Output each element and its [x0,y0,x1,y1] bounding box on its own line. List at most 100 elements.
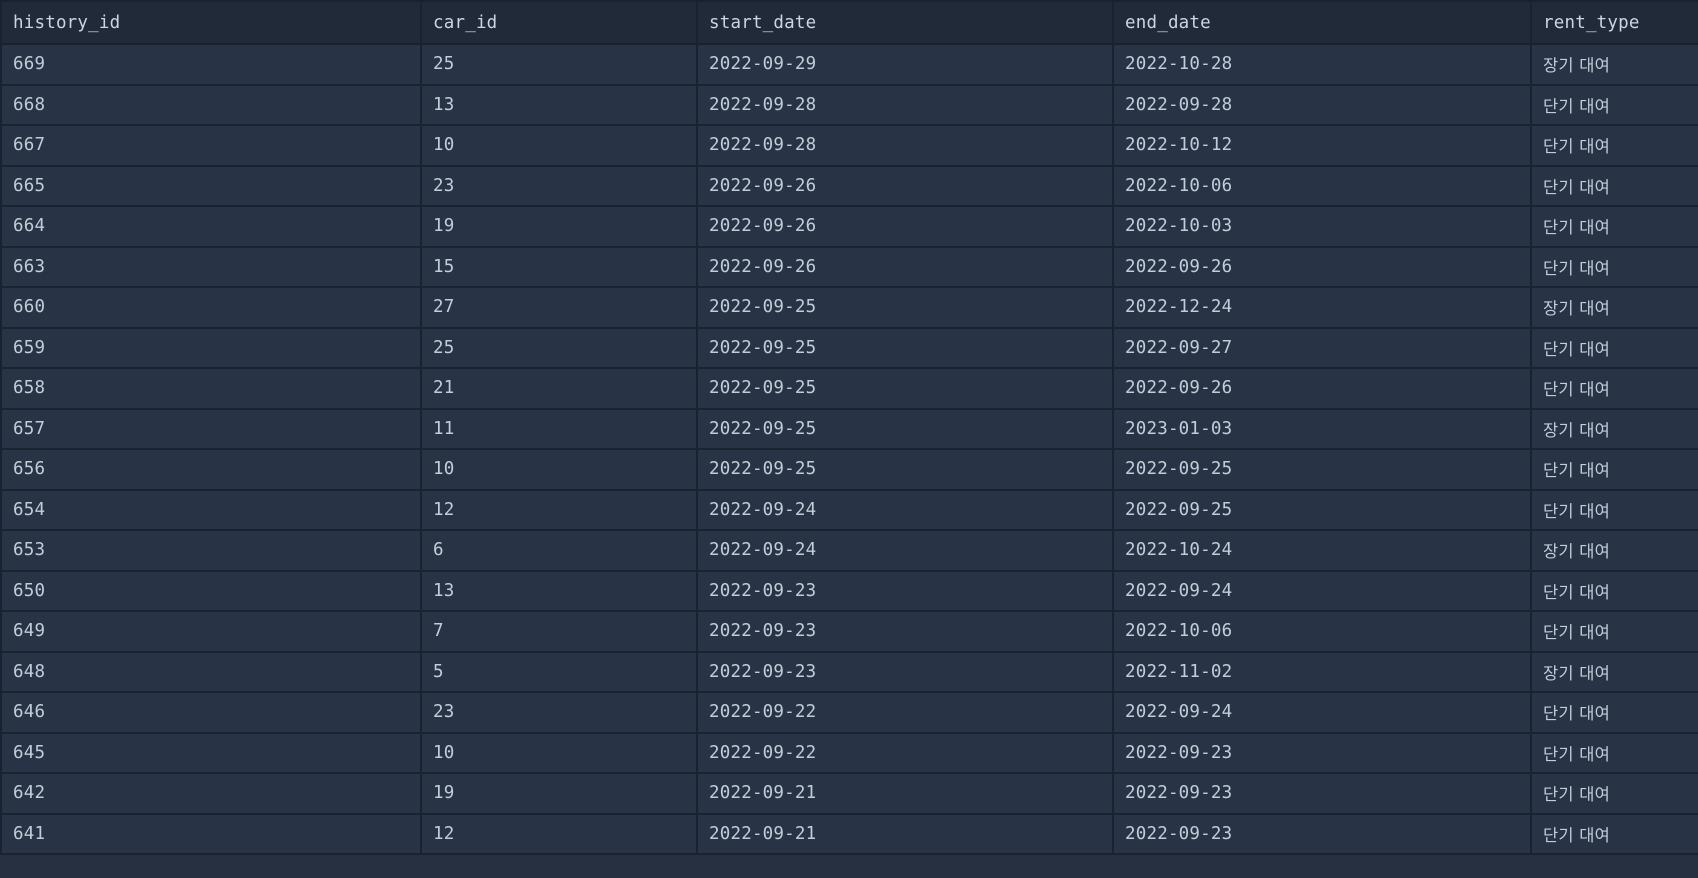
cell-history-id: 649 [0,612,420,651]
cell-car-id: 7 [420,612,696,651]
column-header-history-id[interactable]: history_id [0,2,420,43]
cell-start-date: 2022-09-28 [696,126,1112,165]
column-header-end-date[interactable]: end_date [1112,2,1530,43]
cell-history-id: 664 [0,207,420,246]
cell-start-date: 2022-09-25 [696,450,1112,489]
cell-start-date: 2022-09-26 [696,166,1112,205]
cell-rent-type: 단기 대여 [1530,571,1698,610]
cell-car-id: 12 [420,490,696,529]
cell-start-date: 2022-09-25 [696,409,1112,448]
table-row[interactable]: 654 12 2022-09-24 2022-09-25 단기 대여 [0,490,1698,531]
cell-end-date: 2022-09-26 [1112,369,1530,408]
cell-history-id: 641 [0,814,420,853]
cell-car-id: 13 [420,85,696,124]
table-row[interactable]: 659 25 2022-09-25 2022-09-27 단기 대여 [0,328,1698,369]
cell-rent-type: 단기 대여 [1530,733,1698,772]
cell-end-date: 2022-12-24 [1112,288,1530,327]
cell-rent-type: 장기 대여 [1530,531,1698,570]
column-header-car-id[interactable]: car_id [420,2,696,43]
cell-history-id: 650 [0,571,420,610]
cell-start-date: 2022-09-21 [696,774,1112,813]
cell-start-date: 2022-09-23 [696,571,1112,610]
cell-rent-type: 단기 대여 [1530,328,1698,367]
cell-start-date: 2022-09-29 [696,45,1112,84]
cell-car-id: 10 [420,450,696,489]
cell-car-id: 25 [420,328,696,367]
cell-end-date: 2022-09-27 [1112,328,1530,367]
cell-rent-type: 단기 대여 [1530,774,1698,813]
cell-car-id: 10 [420,126,696,165]
table-row[interactable]: 668 13 2022-09-28 2022-09-28 단기 대여 [0,85,1698,126]
cell-rent-type: 장기 대여 [1530,45,1698,84]
cell-car-id: 23 [420,166,696,205]
table-row[interactable]: 645 10 2022-09-22 2022-09-23 단기 대여 [0,733,1698,774]
cell-end-date: 2023-01-03 [1112,409,1530,448]
cell-car-id: 15 [420,247,696,286]
cell-end-date: 2022-09-24 [1112,571,1530,610]
cell-end-date: 2022-10-24 [1112,531,1530,570]
cell-end-date: 2022-09-24 [1112,693,1530,732]
table-row[interactable]: 658 21 2022-09-25 2022-09-26 단기 대여 [0,369,1698,410]
cell-start-date: 2022-09-22 [696,693,1112,732]
table-row[interactable]: 669 25 2022-09-29 2022-10-28 장기 대여 [0,45,1698,86]
table-row[interactable]: 660 27 2022-09-25 2022-12-24 장기 대여 [0,288,1698,329]
cell-end-date: 2022-09-25 [1112,490,1530,529]
table-row[interactable]: 667 10 2022-09-28 2022-10-12 단기 대여 [0,126,1698,167]
table-row[interactable]: 665 23 2022-09-26 2022-10-06 단기 대여 [0,166,1698,207]
cell-start-date: 2022-09-24 [696,490,1112,529]
cell-history-id: 646 [0,693,420,732]
cell-rent-type: 단기 대여 [1530,166,1698,205]
table-row[interactable]: 642 19 2022-09-21 2022-09-23 단기 대여 [0,774,1698,815]
cell-end-date: 2022-09-28 [1112,85,1530,124]
cell-start-date: 2022-09-25 [696,328,1112,367]
cell-history-id: 660 [0,288,420,327]
cell-end-date: 2022-10-06 [1112,166,1530,205]
cell-end-date: 2022-10-06 [1112,612,1530,651]
cell-history-id: 667 [0,126,420,165]
cell-car-id: 21 [420,369,696,408]
cell-car-id: 11 [420,409,696,448]
table-row[interactable]: 657 11 2022-09-25 2023-01-03 장기 대여 [0,409,1698,450]
cell-car-id: 6 [420,531,696,570]
table-row[interactable]: 656 10 2022-09-25 2022-09-25 단기 대여 [0,450,1698,491]
cell-history-id: 658 [0,369,420,408]
cell-history-id: 653 [0,531,420,570]
table-row[interactable]: 650 13 2022-09-23 2022-09-24 단기 대여 [0,571,1698,612]
cell-end-date: 2022-10-28 [1112,45,1530,84]
cell-history-id: 659 [0,328,420,367]
cell-end-date: 2022-11-02 [1112,652,1530,691]
table-row[interactable]: 663 15 2022-09-26 2022-09-26 단기 대여 [0,247,1698,288]
result-table: history_id car_id start_date end_date re… [0,0,1698,855]
table-row[interactable]: 664 19 2022-09-26 2022-10-03 단기 대여 [0,207,1698,248]
table-row[interactable]: 648 5 2022-09-23 2022-11-02 장기 대여 [0,652,1698,693]
cell-history-id: 654 [0,490,420,529]
cell-car-id: 19 [420,207,696,246]
cell-rent-type: 단기 대여 [1530,693,1698,732]
column-header-rent-type[interactable]: rent_type [1530,2,1698,43]
table-row[interactable]: 653 6 2022-09-24 2022-10-24 장기 대여 [0,531,1698,572]
cell-end-date: 2022-09-26 [1112,247,1530,286]
table-row[interactable]: 646 23 2022-09-22 2022-09-24 단기 대여 [0,693,1698,734]
table-row[interactable]: 641 12 2022-09-21 2022-09-23 단기 대여 [0,814,1698,855]
cell-start-date: 2022-09-23 [696,652,1112,691]
cell-car-id: 25 [420,45,696,84]
cell-rent-type: 장기 대여 [1530,288,1698,327]
cell-end-date: 2022-09-23 [1112,733,1530,772]
cell-car-id: 13 [420,571,696,610]
cell-end-date: 2022-09-23 [1112,814,1530,853]
cell-rent-type: 단기 대여 [1530,612,1698,651]
cell-rent-type: 단기 대여 [1530,126,1698,165]
cell-start-date: 2022-09-24 [696,531,1112,570]
column-header-start-date[interactable]: start_date [696,2,1112,43]
cell-history-id: 656 [0,450,420,489]
cell-history-id: 648 [0,652,420,691]
cell-car-id: 19 [420,774,696,813]
table-header-row: history_id car_id start_date end_date re… [0,2,1698,45]
cell-rent-type: 장기 대여 [1530,409,1698,448]
cell-rent-type: 단기 대여 [1530,814,1698,853]
cell-history-id: 645 [0,733,420,772]
cell-car-id: 5 [420,652,696,691]
cell-end-date: 2022-09-25 [1112,450,1530,489]
cell-rent-type: 단기 대여 [1530,85,1698,124]
table-row[interactable]: 649 7 2022-09-23 2022-10-06 단기 대여 [0,612,1698,653]
